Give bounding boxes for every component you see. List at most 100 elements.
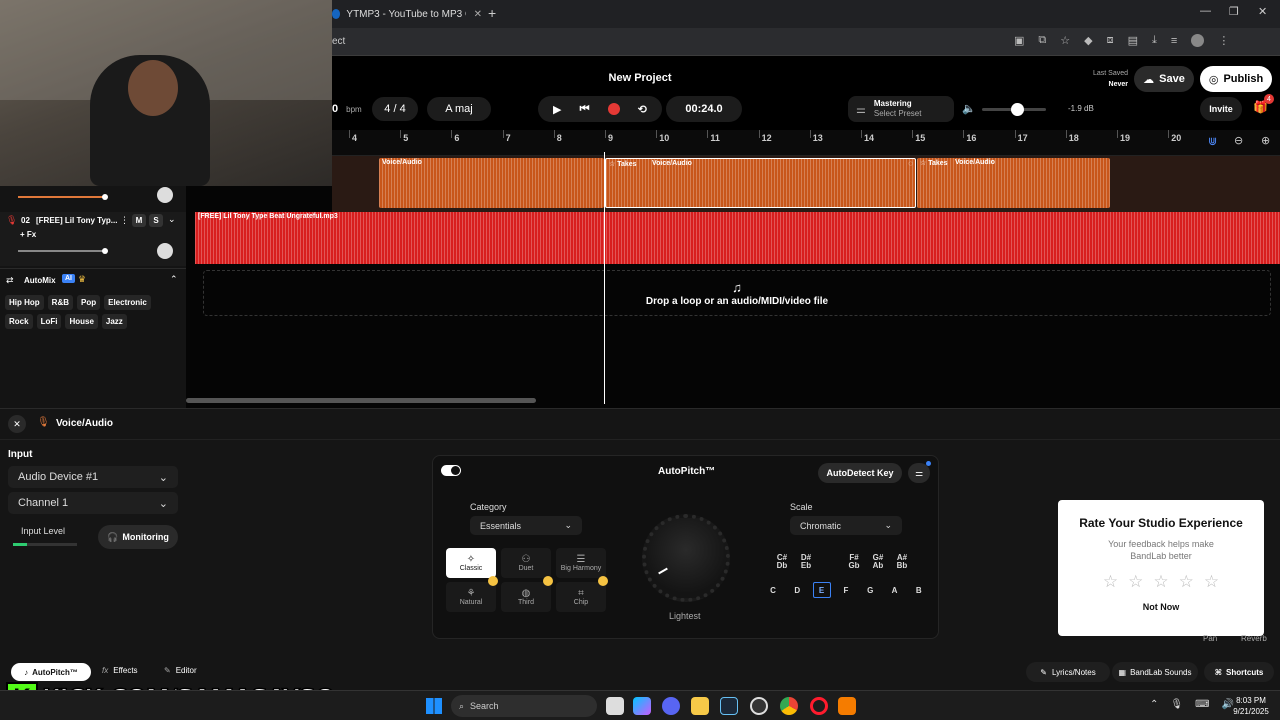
network-icon[interactable]: ⌨: [1195, 699, 1209, 710]
not-now-button[interactable]: Not Now: [1058, 602, 1264, 612]
skip-back-icon[interactable]: ⏮: [580, 103, 590, 116]
beat-clip[interactable]: [FREE] Lil Tony Type Beat Ungrateful.mp3: [195, 212, 1280, 264]
slider-thumb[interactable]: [102, 248, 108, 254]
task-view-icon[interactable]: [606, 697, 624, 715]
slider-thumb[interactable]: [102, 194, 108, 200]
speaker-icon[interactable]: 🔈: [962, 102, 976, 115]
browser-tab[interactable]: YTMP3 - YouTube to MP3 Conv ✕: [332, 3, 482, 25]
pitch-knob[interactable]: [642, 514, 730, 602]
category-select[interactable]: Essentials ⌄: [470, 516, 582, 535]
playhead[interactable]: [604, 152, 605, 404]
bandlab-sounds-button[interactable]: ▦ BandLab Sounds: [1112, 662, 1198, 682]
genre-chip[interactable]: Jazz: [101, 314, 127, 329]
ableton-icon[interactable]: [838, 697, 856, 715]
zoom-in-icon[interactable]: ⊕: [1261, 134, 1270, 147]
play-icon[interactable]: ▶: [553, 103, 561, 116]
puzzle-icon[interactable]: ⧈: [1107, 34, 1114, 47]
discord-icon[interactable]: [662, 697, 680, 715]
loop-icon[interactable]: ⟲: [638, 103, 647, 116]
record-icon[interactable]: [607, 103, 620, 115]
autopitch-toggle[interactable]: [441, 465, 461, 476]
key-selector[interactable]: A maj: [427, 97, 491, 121]
pan-knob[interactable]: [157, 243, 173, 259]
autodetect-key-button[interactable]: AutoDetect Key: [818, 463, 902, 483]
settings-sliders-icon[interactable]: ⚌: [908, 461, 931, 483]
tab-close-icon[interactable]: ✕: [474, 9, 482, 20]
obs-icon[interactable]: [750, 697, 768, 715]
time-signature[interactable]: 4 / 4: [372, 97, 418, 121]
track2-volume-slider[interactable]: [18, 248, 108, 254]
channel-select[interactable]: Channel 1 ⌄: [8, 492, 178, 514]
opera-icon[interactable]: [810, 697, 828, 715]
pitch-effect-classic[interactable]: ✧ Classic: [446, 548, 496, 578]
address-text[interactable]: ect: [332, 36, 345, 47]
cast-icon[interactable]: ⧉: [1038, 34, 1046, 47]
scale-key-sharp[interactable]: C# Db: [773, 552, 791, 572]
mute-button[interactable]: M: [132, 214, 146, 227]
gift-icon[interactable]: 🎁 4: [1253, 94, 1274, 114]
tab-effects[interactable]: fx Effects: [102, 666, 138, 675]
pitch-effect-duet[interactable]: ⚇ Duet: [501, 548, 551, 578]
new-tab-icon[interactable]: +: [488, 5, 496, 21]
pitch-effect-chip[interactable]: ⌗ Chip: [556, 576, 608, 612]
minimize-icon[interactable]: —: [1200, 5, 1211, 17]
reading-list-icon[interactable]: ≡: [1171, 35, 1177, 47]
genre-chip[interactable]: Pop: [77, 295, 101, 310]
track-header-2[interactable]: 🎙 02 [FREE] Lil Tony Typ... ⋮ M S ⌄ + Fx: [0, 212, 186, 266]
solo-button[interactable]: S: [149, 214, 163, 227]
genre-chip[interactable]: Electronic: [104, 295, 151, 310]
profile-avatar[interactable]: [1191, 34, 1205, 47]
genre-chip[interactable]: House: [65, 314, 98, 329]
vocal-clip[interactable]: ☆ Takes Voice/Audio: [917, 158, 1110, 208]
scale-key-sharp[interactable]: D# Eb: [797, 552, 815, 572]
file-explorer-icon[interactable]: [691, 697, 709, 715]
scale-key-natural[interactable]: D: [788, 582, 806, 598]
invite-button[interactable]: Invite: [1200, 97, 1242, 121]
lyrics-notes-button[interactable]: ✎ Lyrics/Notes: [1026, 662, 1110, 682]
scale-select[interactable]: Chromatic ⌄: [790, 516, 902, 535]
track-name[interactable]: [FREE] Lil Tony Typ...: [36, 216, 117, 225]
genre-chip[interactable]: LoFi: [36, 314, 62, 329]
scale-key-sharp[interactable]: F# Gb: [845, 552, 863, 572]
sidepanel-icon[interactable]: ▤: [1128, 34, 1138, 47]
microphone-tray-icon[interactable]: 🎙: [1170, 699, 1183, 710]
download-icon[interactable]: ⤓: [1152, 34, 1157, 47]
scale-key-natural[interactable]: F: [837, 582, 855, 598]
mastering-button[interactable]: ⚌ Mastering Select Preset: [848, 96, 954, 122]
track1-volume-slider[interactable]: [18, 194, 108, 200]
windows-start-icon[interactable]: [426, 698, 442, 714]
extension-diamond-icon[interactable]: ◆: [1084, 34, 1092, 47]
clock[interactable]: 8:03 PM 9/21/2025: [1226, 695, 1276, 717]
clip-loop-icon[interactable]: ◌: [908, 159, 913, 168]
close-window-icon[interactable]: ✕: [1258, 5, 1267, 18]
zoom-out-icon[interactable]: ⊖: [1234, 134, 1243, 147]
menu-dots-icon[interactable]: ⋮: [1218, 34, 1229, 47]
scale-key-natural[interactable]: E: [812, 582, 831, 598]
genre-chip[interactable]: Hip Hop: [5, 295, 44, 310]
star-2-icon[interactable]: ☆: [1128, 572, 1143, 592]
pitch-effect-big-harmony[interactable]: ☰ Big Harmony: [556, 548, 606, 578]
copilot-icon[interactable]: [633, 697, 651, 715]
timeline-ruler[interactable]: 4 5 6 7 8 9 10 11 12 13 14 15 16 17 18 19 20 ⋓ ⊖ ⊕: [332, 130, 1280, 156]
chevron-down-icon[interactable]: ⌄: [168, 214, 176, 225]
scale-key-natural[interactable]: G: [861, 582, 879, 598]
volume-knob[interactable]: [1010, 103, 1024, 116]
collapse-icon[interactable]: ⌃: [170, 274, 178, 285]
genre-chip[interactable]: R&B: [47, 295, 74, 310]
maximize-icon[interactable]: ❐: [1229, 5, 1239, 18]
taskbar-search[interactable]: ⌕ Search: [451, 695, 597, 717]
shortcuts-button[interactable]: ⌘ Shortcuts: [1204, 662, 1274, 682]
star-3-icon[interactable]: ☆: [1153, 572, 1168, 592]
genre-chip[interactable]: Rock: [5, 314, 33, 329]
scale-key-natural[interactable]: B: [910, 582, 928, 598]
master-volume-slider[interactable]: [982, 103, 1046, 116]
chevron-up-icon[interactable]: ⌃: [1150, 699, 1158, 710]
star-5-icon[interactable]: ☆: [1204, 572, 1219, 592]
add-fx-button[interactable]: + Fx: [20, 230, 36, 239]
pitch-effect-natural[interactable]: ⚘ Natural: [446, 576, 498, 612]
horizontal-scrollbar[interactable]: [186, 398, 536, 403]
star-4-icon[interactable]: ☆: [1179, 572, 1194, 592]
scale-key-sharp[interactable]: G# Ab: [869, 552, 887, 572]
magnet-icon[interactable]: ⋓: [1208, 135, 1217, 148]
track-more-icon[interactable]: ⋮: [120, 215, 129, 226]
